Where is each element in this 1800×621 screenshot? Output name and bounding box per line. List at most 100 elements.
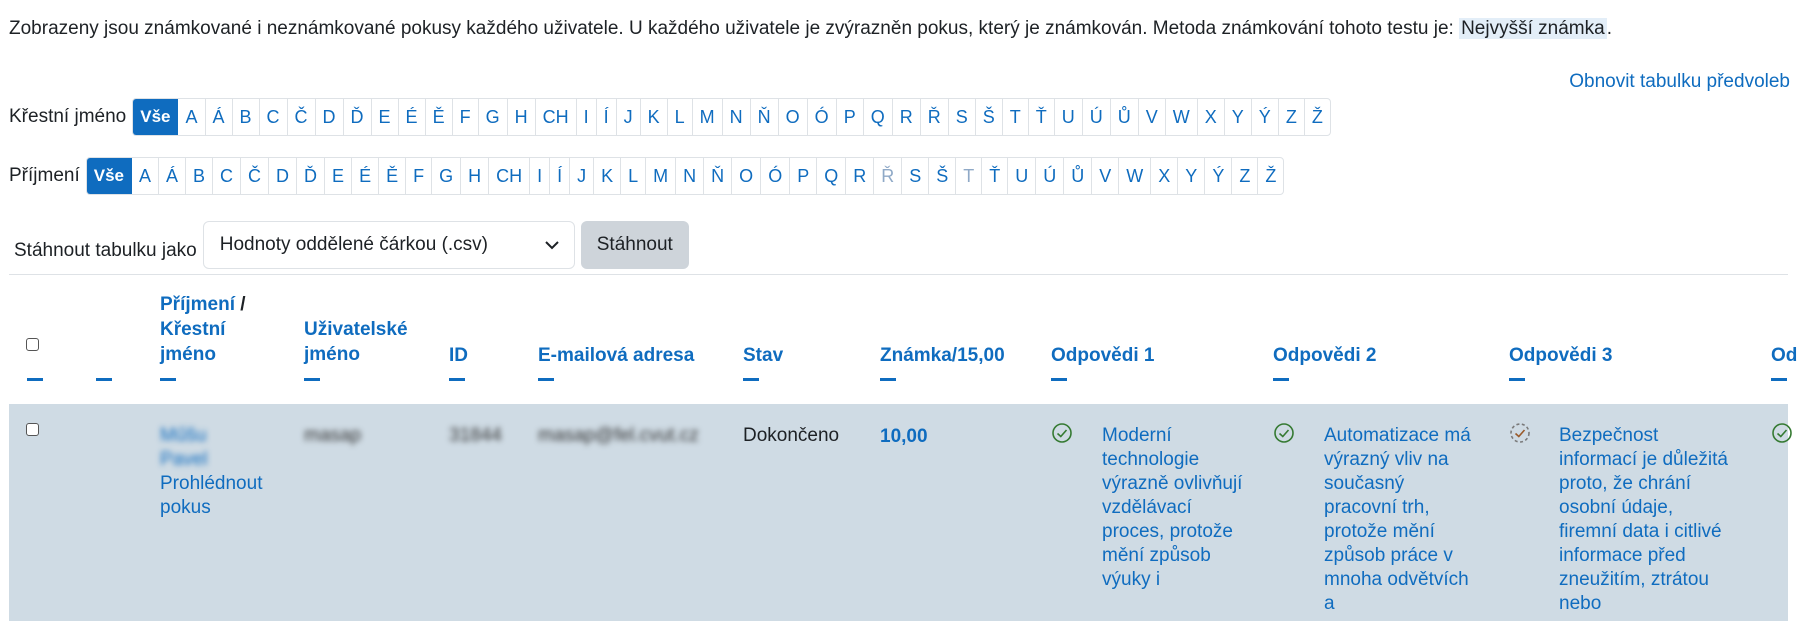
header-name[interactable]: Příjmení / Křestní jméno: [160, 292, 280, 367]
lastname-initial-f[interactable]: F: [406, 158, 433, 194]
firstname-initial-ů[interactable]: Ů: [1111, 99, 1139, 135]
reset-table-preferences-link[interactable]: Obnovit tabulku předvoleb: [1569, 71, 1790, 93]
header-response-3[interactable]: Odpovědi 3: [1509, 343, 1612, 368]
lastname-initial-t[interactable]: T: [956, 158, 983, 194]
firstname-initial-d[interactable]: D: [316, 99, 344, 135]
firstname-initial-č[interactable]: Č: [288, 99, 316, 135]
firstname-initial-all[interactable]: Vše: [133, 99, 179, 135]
collapse-column-icon[interactable]: [743, 378, 759, 381]
collapse-column-icon[interactable]: [538, 378, 554, 381]
collapse-column-icon[interactable]: [880, 378, 896, 381]
firstname-initial-r[interactable]: R: [893, 99, 921, 135]
lastname-initial-x[interactable]: X: [1151, 158, 1179, 194]
lastname-initial-a[interactable]: A: [132, 158, 160, 194]
collapse-column-icon[interactable]: [1771, 378, 1787, 381]
firstname-initial-n[interactable]: N: [723, 99, 751, 135]
firstname-initial-š[interactable]: Š: [976, 99, 1003, 135]
lastname-initial-s[interactable]: S: [902, 158, 930, 194]
collapse-column-icon[interactable]: [1273, 378, 1289, 381]
firstname-initial-ý[interactable]: Ý: [1252, 99, 1279, 135]
firstname-initial-á[interactable]: Á: [206, 99, 233, 135]
firstname-initial-ó[interactable]: Ó: [808, 99, 837, 135]
header-response-2[interactable]: Odpovědi 2: [1273, 343, 1376, 368]
firstname-initial-l[interactable]: L: [668, 99, 693, 135]
firstname-initial-q[interactable]: Q: [864, 99, 893, 135]
firstname-initial-z[interactable]: Z: [1279, 99, 1305, 135]
lastname-initial-l[interactable]: L: [621, 158, 647, 194]
collapse-column-icon[interactable]: [27, 378, 43, 381]
firstname-initial-ú[interactable]: Ú: [1083, 99, 1111, 135]
firstname-initial-t[interactable]: T: [1003, 99, 1029, 135]
header-id[interactable]: ID: [449, 343, 468, 368]
header-email[interactable]: E-mailová adresa: [538, 343, 694, 368]
review-attempt-link[interactable]: Prohlédnout pokus: [160, 472, 280, 520]
lastname-initial-š[interactable]: Š: [929, 158, 957, 194]
header-response-4[interactable]: Od: [1771, 343, 1797, 368]
firstname-initial-ch[interactable]: CH: [536, 99, 577, 135]
firstname-initial-p[interactable]: P: [837, 99, 864, 135]
lastname-initial-n[interactable]: N: [676, 158, 705, 194]
lastname-initial-á[interactable]: Á: [159, 158, 187, 194]
collapse-column-icon[interactable]: [1509, 378, 1525, 381]
response-1-cell[interactable]: Moderní technologie výrazně ovlivňují vz…: [1102, 424, 1250, 592]
lastname-initial-b[interactable]: B: [186, 158, 214, 194]
lastname-initial-m[interactable]: M: [646, 158, 677, 194]
download-button[interactable]: Stáhnout: [580, 221, 689, 269]
header-lastname[interactable]: Příjmení: [160, 294, 235, 315]
select-all-checkbox[interactable]: [26, 338, 39, 351]
firstname-initial-ž[interactable]: Ž: [1305, 99, 1330, 135]
lastname-initial-ó[interactable]: Ó: [761, 158, 791, 194]
lastname-initial-č[interactable]: Č: [241, 158, 270, 194]
firstname-initial-k[interactable]: K: [641, 99, 668, 135]
lastname-initial-r[interactable]: R: [846, 158, 875, 194]
firstname-initial-ě[interactable]: Ě: [426, 99, 453, 135]
collapse-column-icon[interactable]: [449, 378, 465, 381]
lastname-initial-ú[interactable]: Ú: [1036, 158, 1065, 194]
lastname-initial-ch[interactable]: CH: [489, 158, 531, 194]
lastname-initial-ť[interactable]: Ť: [982, 158, 1009, 194]
header-firstname[interactable]: Křestní jméno: [160, 319, 225, 365]
grade-cell[interactable]: 10,00: [880, 425, 928, 449]
lastname-initial-all[interactable]: Vše: [86, 158, 132, 194]
header-state[interactable]: Stav: [743, 343, 783, 368]
lastname-initial-í[interactable]: Í: [550, 158, 571, 194]
lastname-initial-v[interactable]: V: [1092, 158, 1120, 194]
header-grade[interactable]: Známka/15,00: [880, 343, 1005, 368]
collapse-column-icon[interactable]: [96, 378, 112, 381]
user-name-link[interactable]: Műšu Pavel: [160, 424, 220, 472]
header-username[interactable]: Uživatelské jméno: [304, 317, 434, 367]
download-format-select[interactable]: Hodnoty oddělené čárkou (.csv): [202, 221, 575, 269]
firstname-initial-u[interactable]: U: [1055, 99, 1083, 135]
lastname-initial-é[interactable]: É: [352, 158, 380, 194]
firstname-initial-i[interactable]: I: [577, 99, 597, 135]
lastname-initial-ý[interactable]: Ý: [1205, 158, 1233, 194]
response-2-cell[interactable]: Automatizace má výrazný vliv na současný…: [1324, 424, 1479, 616]
firstname-initial-f[interactable]: F: [453, 99, 479, 135]
response-3-cell[interactable]: Bezpečnost informací je důležitá proto, …: [1559, 424, 1734, 616]
lastname-initial-ď[interactable]: Ď: [297, 158, 326, 194]
firstname-initial-ň[interactable]: Ň: [751, 99, 779, 135]
lastname-initial-i[interactable]: I: [530, 158, 551, 194]
firstname-initial-m[interactable]: M: [693, 99, 723, 135]
header-response-1[interactable]: Odpovědi 1: [1051, 343, 1154, 368]
lastname-initial-d[interactable]: D: [269, 158, 298, 194]
firstname-initial-w[interactable]: W: [1166, 99, 1198, 135]
row-checkbox[interactable]: [26, 423, 39, 436]
collapse-column-icon[interactable]: [1051, 378, 1067, 381]
firstname-initial-h[interactable]: H: [508, 99, 536, 135]
firstname-initial-g[interactable]: G: [479, 99, 508, 135]
firstname-initial-s[interactable]: S: [949, 99, 976, 135]
firstname-initial-ď[interactable]: Ď: [344, 99, 372, 135]
lastname-initial-w[interactable]: W: [1119, 158, 1152, 194]
firstname-initial-b[interactable]: B: [233, 99, 260, 135]
firstname-initial-í[interactable]: Í: [597, 99, 617, 135]
lastname-initial-ň[interactable]: Ň: [704, 158, 733, 194]
collapse-column-icon[interactable]: [160, 378, 176, 381]
lastname-initial-p[interactable]: P: [790, 158, 818, 194]
lastname-initial-u[interactable]: U: [1008, 158, 1037, 194]
firstname-initial-ř[interactable]: Ř: [921, 99, 949, 135]
lastname-initial-c[interactable]: C: [213, 158, 242, 194]
firstname-initial-ť[interactable]: Ť: [1029, 99, 1055, 135]
lastname-initial-z[interactable]: Z: [1232, 158, 1259, 194]
lastname-initial-g[interactable]: G: [432, 158, 462, 194]
